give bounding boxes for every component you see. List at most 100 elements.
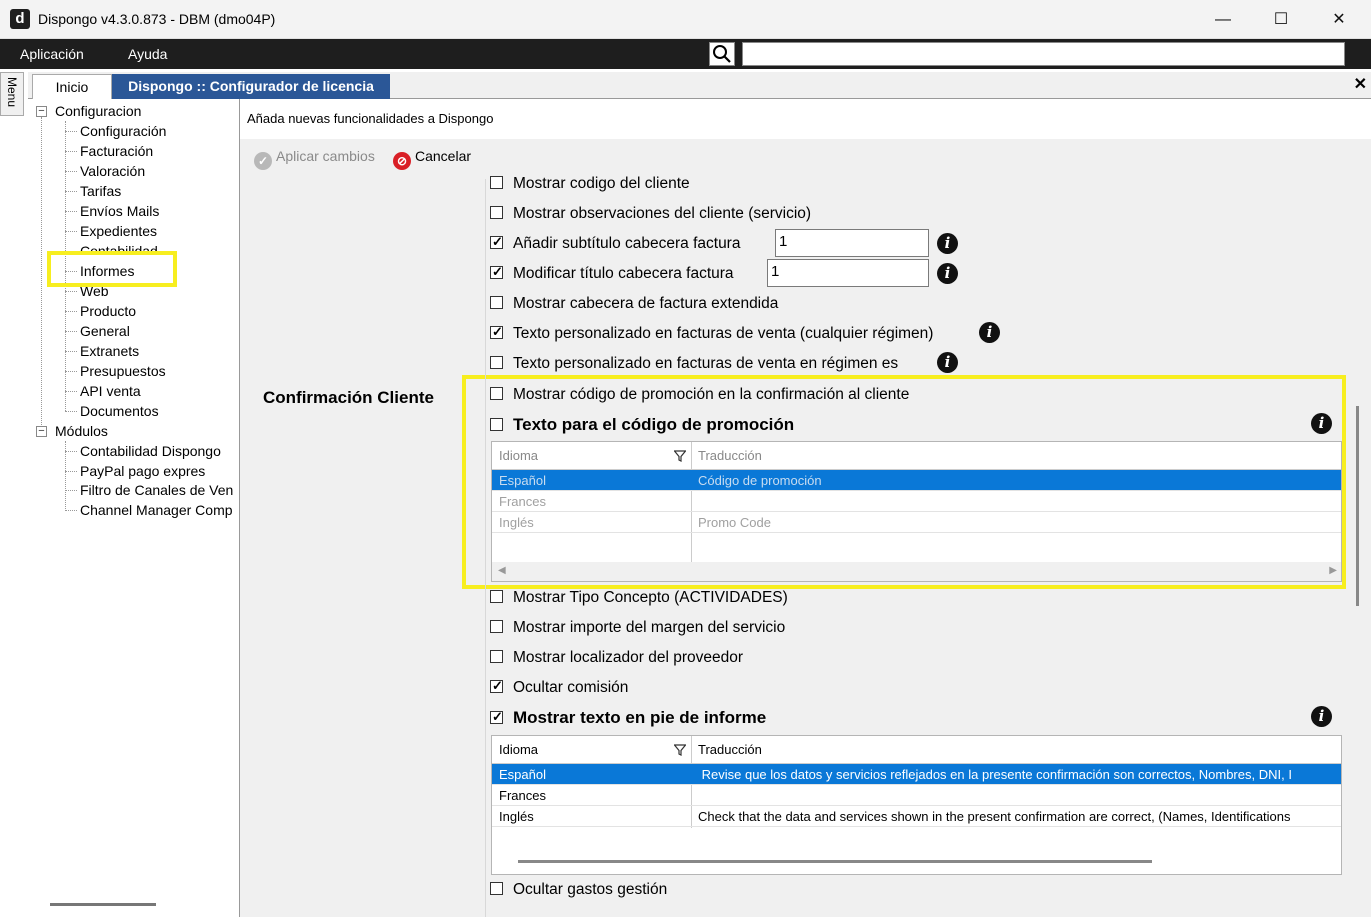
collapse-modulos-icon[interactable]: − (36, 426, 47, 437)
menu-ayuda[interactable]: Ayuda (128, 46, 167, 62)
option-label: Texto personalizado en facturas de venta… (513, 325, 934, 342)
tree-item-configuracion[interactable]: Configuración (80, 123, 166, 139)
highlight-informes (47, 251, 177, 287)
tree-item-filtro-canales[interactable]: Filtro de Canales de Ven (80, 482, 233, 498)
option-texto-personalizado-cualquier[interactable]: Texto personalizado en facturas de venta… (490, 324, 934, 343)
window-title: Dispongo v4.3.0.873 - DBM (dmo04P) (38, 11, 276, 27)
cancel-button[interactable]: ⊘ Cancelar (393, 148, 471, 170)
info-icon[interactable]: i (1311, 706, 1332, 727)
option-label: Mostrar localizador del proveedor (513, 649, 744, 666)
tree-item-valoracion[interactable]: Valoración (80, 163, 145, 179)
tab-inicio[interactable]: Inicio (32, 74, 112, 99)
filter-icon[interactable] (674, 744, 686, 756)
grid-header: Idioma Traducción (492, 736, 1341, 828)
apply-changes-button[interactable]: ✓ Aplicar cambios (254, 148, 375, 170)
tree-item-general[interactable]: General (80, 323, 130, 339)
checkbox[interactable] (490, 590, 503, 603)
tree-item-paypal[interactable]: PayPal pago expres (80, 463, 205, 479)
table-row[interactable]: Español Revise que los datos y servicios… (492, 764, 1341, 785)
tree-item-facturacion[interactable]: Facturación (80, 143, 153, 159)
info-icon[interactable]: i (937, 233, 958, 254)
option-mostrar-codigo-cliente[interactable]: Mostrar codigo del cliente (490, 175, 690, 193)
checkbox[interactable] (490, 650, 503, 663)
tree-item-producto[interactable]: Producto (80, 303, 136, 319)
menu-bar: Aplicación Ayuda (0, 39, 1371, 69)
checkbox[interactable] (490, 356, 503, 369)
option-texto-personalizado-es[interactable]: Texto personalizado en facturas de venta… (490, 355, 898, 373)
option-modificar-titulo[interactable]: Modificar título cabecera factura (490, 264, 734, 283)
option-localizador-proveedor[interactable]: Mostrar localizador del proveedor (490, 649, 743, 667)
option-importe-margen[interactable]: Mostrar importe del margen del servicio (490, 619, 785, 637)
checkbox[interactable] (490, 264, 503, 280)
side-menu-tab[interactable]: Menu (0, 72, 24, 116)
tree-item-extranets[interactable]: Extranets (80, 343, 139, 359)
close-tab-button[interactable]: ✕ (1354, 74, 1367, 94)
tree-item-documentos[interactable]: Documentos (80, 403, 159, 419)
minimize-button[interactable]: — (1194, 0, 1252, 39)
option-ocultar-comision[interactable]: Ocultar comisión (490, 678, 628, 697)
checkbox[interactable] (490, 620, 503, 633)
title-bar: d Dispongo v4.3.0.873 - DBM (dmo04P) — ☐… (0, 0, 1371, 39)
tree-group-modulos[interactable]: Módulos (55, 423, 108, 439)
info-icon[interactable]: i (937, 263, 958, 284)
cancel-icon: ⊘ (393, 152, 411, 170)
cell-idioma: Español (499, 767, 546, 782)
checkbox[interactable] (490, 882, 503, 895)
footer-translation-grid[interactable]: Idioma Traducción Español Revise que los… (491, 735, 1342, 875)
tree-item-presupuestos[interactable]: Presupuestos (80, 363, 166, 379)
table-row[interactable]: Inglés Check that the data and services … (492, 806, 1341, 827)
collapse-configuracion-icon[interactable]: − (36, 106, 47, 117)
info-icon[interactable]: i (937, 352, 958, 373)
tree-item-tarifas[interactable]: Tarifas (80, 183, 121, 199)
column-traduccion[interactable]: Traducción (698, 742, 762, 757)
subtitulo-value-field[interactable]: 1 (775, 229, 929, 257)
option-anadir-subtitulo[interactable]: Añadir subtítulo cabecera factura (490, 234, 741, 253)
tree-item-channel-manager[interactable]: Channel Manager Comp (80, 502, 233, 518)
side-menu-label: Menu (5, 77, 19, 108)
option-label: Mostrar Tipo Concepto (ACTIVIDADES) (513, 589, 788, 606)
cell-traduccion: Revise que los datos y servicios refleja… (698, 767, 1292, 782)
content-scrollbar[interactable] (1356, 406, 1359, 606)
grid-hscrollbar[interactable] (518, 860, 1152, 863)
option-mostrar-observaciones[interactable]: Mostrar observaciones del cliente (servi… (490, 205, 811, 223)
content-header: Añada nuevas funcionalidades a Dispongo (240, 99, 1371, 139)
table-row[interactable]: Frances (492, 785, 1341, 806)
toolbar: ✓ Aplicar cambios ⊘ Cancelar (240, 139, 1371, 173)
tree-scrollbar[interactable] (50, 903, 156, 906)
option-label: Mostrar codigo del cliente (513, 175, 690, 192)
cell-idioma: Inglés (499, 809, 534, 824)
document-tabs: Inicio Dispongo :: Configurador de licen… (28, 72, 1371, 99)
tree-item-contabilidad-dispongo[interactable]: Contabilidad Dispongo (80, 443, 221, 459)
option-cabecera-extendida[interactable]: Mostrar cabecera de factura extendida (490, 295, 778, 313)
section-confirmacion-cliente: Confirmación Cliente (263, 388, 434, 407)
info-icon[interactable]: i (979, 322, 1000, 343)
tree-item-envios-mails[interactable]: Envíos Mails (80, 203, 159, 219)
checkbox[interactable] (490, 678, 503, 694)
column-idioma[interactable]: Idioma (499, 742, 538, 757)
option-ocultar-gastos-gestion[interactable]: Ocultar gastos gestión (490, 881, 667, 899)
close-window-button[interactable]: ✕ (1310, 0, 1368, 39)
checkbox[interactable] (490, 709, 503, 725)
option-label: Añadir subtítulo cabecera factura (513, 235, 741, 252)
tree-item-api-venta[interactable]: API venta (80, 383, 141, 399)
checkbox[interactable] (490, 234, 503, 250)
apply-changes-label: Aplicar cambios (276, 148, 375, 164)
option-label: Texto personalizado en facturas de venta… (513, 355, 899, 372)
option-label: Mostrar cabecera de factura extendida (513, 295, 779, 312)
cancel-label: Cancelar (415, 148, 472, 164)
tree-item-expedientes[interactable]: Expedientes (80, 223, 157, 239)
titulo-value-field[interactable]: 1 (767, 259, 929, 287)
checkbox[interactable] (490, 296, 503, 309)
option-label: Mostrar importe del margen del servicio (513, 619, 786, 636)
checkbox[interactable] (490, 176, 503, 189)
maximize-button[interactable]: ☐ (1252, 0, 1310, 39)
tab-configurador-licencia[interactable]: Dispongo :: Configurador de licencia (112, 74, 390, 99)
search-input[interactable] (742, 42, 1345, 66)
checkbox[interactable] (490, 324, 503, 340)
checkbox[interactable] (490, 206, 503, 219)
tree-group-configuracion[interactable]: Configuracion (55, 103, 141, 119)
search-button[interactable] (709, 42, 735, 66)
option-texto-pie-informe[interactable]: Mostrar texto en pie de informe (490, 708, 766, 728)
option-tipo-concepto[interactable]: Mostrar Tipo Concepto (ACTIVIDADES) (490, 589, 788, 607)
menu-aplicacion[interactable]: Aplicación (20, 46, 84, 62)
